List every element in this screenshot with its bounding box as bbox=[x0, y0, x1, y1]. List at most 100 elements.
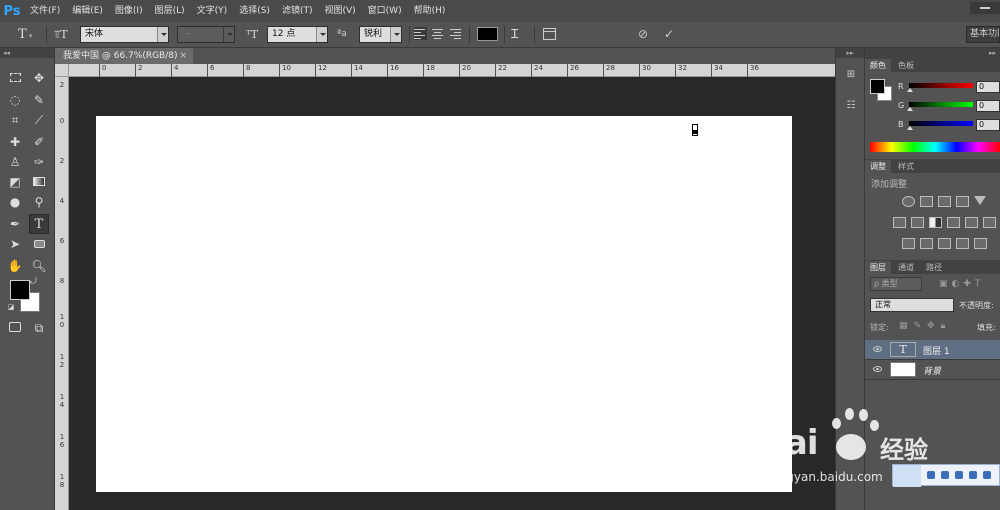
panel-collapse-bar[interactable]: ▸▸ bbox=[865, 48, 1000, 58]
panel-collapse-grip[interactable]: ◂◂ bbox=[0, 48, 54, 58]
ime-settings-icon[interactable] bbox=[969, 471, 977, 479]
history-brush-tool-icon[interactable]: ✑ bbox=[29, 152, 49, 172]
eye-icon[interactable] bbox=[873, 346, 882, 352]
menu-filter[interactable]: 滤镜(T) bbox=[276, 0, 319, 22]
blue-slider[interactable] bbox=[909, 121, 973, 126]
green-value-input[interactable]: 0 bbox=[976, 100, 1000, 112]
history-panel-icon[interactable]: ⊞ bbox=[841, 65, 861, 85]
type-tool-preset-icon[interactable]: T ▾ bbox=[18, 26, 32, 43]
ime-punctuation-icon[interactable] bbox=[941, 471, 949, 479]
levels-icon[interactable] bbox=[920, 196, 933, 207]
cancel-icon[interactable]: ⊘ bbox=[638, 26, 648, 43]
dodge-tool-icon[interactable]: ⚲ bbox=[29, 192, 49, 212]
layer-filter-icons[interactable]: ▣◐✚T bbox=[939, 279, 984, 289]
warp-text-icon[interactable]: Ꮖ bbox=[511, 26, 519, 43]
vibrance-icon[interactable] bbox=[974, 196, 986, 205]
foreground-color-swatch[interactable] bbox=[870, 79, 885, 94]
menu-edit[interactable]: 编辑(E) bbox=[66, 0, 109, 22]
eraser-tool-icon[interactable]: ◩ bbox=[5, 172, 25, 192]
panel-collapse-grip[interactable]: ▸▸ bbox=[836, 48, 864, 58]
photo-filter-icon[interactable] bbox=[947, 217, 960, 228]
ime-tools-icon[interactable] bbox=[983, 471, 991, 479]
font-style-select[interactable]: - bbox=[177, 26, 235, 43]
zoom-tool-icon[interactable]: 🔍︎ bbox=[29, 256, 49, 276]
crop-tool-icon[interactable]: ⌗ bbox=[5, 110, 25, 130]
foreground-color-swatch[interactable] bbox=[10, 280, 30, 300]
blur-tool-icon[interactable]: ● bbox=[5, 192, 25, 212]
path-selection-tool-icon[interactable]: ➤ bbox=[5, 234, 25, 254]
clone-stamp-tool-icon[interactable]: ♙ bbox=[5, 152, 25, 172]
brightness-icon[interactable] bbox=[902, 196, 915, 207]
font-size-select[interactable]: 12 点 bbox=[267, 26, 328, 43]
gradient-map-icon[interactable] bbox=[974, 238, 987, 249]
hue-saturation-icon[interactable] bbox=[893, 217, 906, 228]
tab-channels[interactable]: 通道 bbox=[893, 261, 919, 274]
align-center-button[interactable] bbox=[432, 27, 445, 40]
selective-color-icon[interactable] bbox=[956, 238, 969, 249]
quick-select-tool-icon[interactable]: ✎ bbox=[29, 90, 49, 110]
red-value-input[interactable]: 0 bbox=[976, 81, 1000, 93]
color-balance-icon[interactable] bbox=[911, 217, 924, 228]
gradient-tool-icon[interactable] bbox=[29, 172, 49, 192]
menu-type[interactable]: 文字(Y) bbox=[191, 0, 234, 22]
toggle-orientation-icon[interactable]: ⫪T bbox=[54, 26, 68, 43]
green-slider-thumb[interactable] bbox=[907, 107, 913, 111]
threshold-icon[interactable] bbox=[938, 238, 951, 249]
collapse-icon[interactable]: ▸▸ bbox=[989, 48, 996, 58]
channel-mixer-icon[interactable] bbox=[965, 217, 978, 228]
tab-swatches[interactable]: 色板 bbox=[893, 59, 919, 72]
ime-toolbar[interactable] bbox=[892, 464, 1000, 487]
close-icon[interactable]: × bbox=[179, 48, 187, 64]
lasso-tool-icon[interactable]: ◌ bbox=[5, 90, 25, 110]
lock-icons[interactable]: ▦✎✥🔒︎ bbox=[899, 321, 951, 331]
shape-tool-icon[interactable] bbox=[29, 234, 49, 254]
menu-view[interactable]: 视图(V) bbox=[318, 0, 361, 22]
align-left-button[interactable] bbox=[414, 27, 427, 40]
pen-tool-icon[interactable]: ✒ bbox=[5, 214, 25, 234]
blue-slider-thumb[interactable] bbox=[907, 126, 913, 130]
red-slider-thumb[interactable] bbox=[907, 88, 913, 92]
curves-icon[interactable] bbox=[938, 196, 951, 207]
document-canvas-area[interactable]: 0 2 4 6 8 10 12 14 16 18 20 22 24 26 28 … bbox=[55, 64, 835, 510]
hand-tool-icon[interactable]: ✋ bbox=[5, 256, 25, 276]
eye-icon[interactable] bbox=[873, 366, 882, 372]
ruler-origin[interactable] bbox=[55, 64, 69, 77]
color-lookup-icon[interactable] bbox=[983, 217, 996, 228]
menu-file[interactable]: 文件(F) bbox=[24, 0, 66, 22]
quick-mask-icon[interactable] bbox=[5, 318, 25, 338]
ime-keyboard-icon[interactable] bbox=[955, 471, 963, 479]
horizontal-ruler[interactable]: 0 2 4 6 8 10 12 14 16 18 20 22 24 26 28 … bbox=[69, 64, 835, 77]
eyedropper-tool-icon[interactable]: ⟋ bbox=[29, 110, 49, 130]
healing-brush-tool-icon[interactable]: ✚ bbox=[5, 132, 25, 152]
exposure-icon[interactable] bbox=[956, 196, 969, 207]
marquee-tool-icon[interactable] bbox=[5, 68, 25, 88]
tab-adjustments[interactable]: 调整 bbox=[865, 160, 891, 173]
black-white-icon[interactable] bbox=[929, 217, 942, 228]
menu-select[interactable]: 选择(S) bbox=[233, 0, 276, 22]
tab-styles[interactable]: 样式 bbox=[893, 160, 919, 173]
tab-layers[interactable]: 图层 bbox=[865, 261, 891, 274]
antialias-select[interactable]: 锐利 bbox=[359, 26, 402, 43]
workspace-button[interactable]: 基本功能 bbox=[966, 26, 1000, 43]
tab-color[interactable]: 颜色 bbox=[865, 59, 891, 72]
brush-tool-icon[interactable]: ✐ bbox=[29, 132, 49, 152]
green-slider[interactable] bbox=[909, 102, 973, 107]
image-canvas[interactable] bbox=[96, 116, 792, 492]
document-tab[interactable]: 我爱中国 @ 66.7%(RGB/8) × bbox=[55, 48, 193, 64]
invert-icon[interactable] bbox=[902, 238, 915, 249]
layer-row[interactable]: 背景 bbox=[865, 360, 1000, 380]
red-slider[interactable] bbox=[909, 83, 973, 88]
text-color-swatch[interactable] bbox=[477, 27, 498, 41]
ime-logo[interactable] bbox=[893, 465, 921, 487]
layer-filter-select[interactable]: ρ 类型 bbox=[870, 277, 922, 291]
commit-icon[interactable]: ✓ bbox=[664, 26, 674, 43]
color-spectrum[interactable] bbox=[870, 142, 1000, 152]
menu-help[interactable]: 帮助(H) bbox=[408, 0, 452, 22]
blend-mode-select[interactable]: 正常 bbox=[870, 298, 954, 312]
menu-image[interactable]: 图像(I) bbox=[109, 0, 149, 22]
blue-value-input[interactable]: 0 bbox=[976, 119, 1000, 131]
move-tool-icon[interactable]: ✥ bbox=[29, 68, 49, 88]
properties-panel-icon[interactable]: ☷ bbox=[841, 96, 861, 116]
layer-row[interactable]: T 图层 1 bbox=[865, 340, 1000, 360]
character-panel-icon[interactable] bbox=[543, 28, 556, 40]
